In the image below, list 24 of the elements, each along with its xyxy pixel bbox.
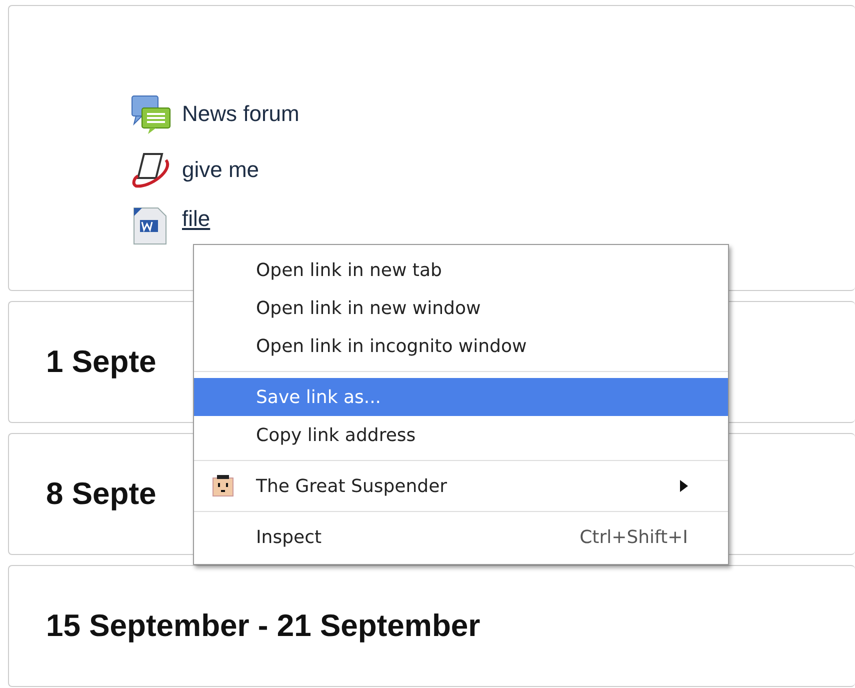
menu-item[interactable]: Open link in new window bbox=[194, 289, 728, 327]
shortcut-label: Ctrl+Shift+I bbox=[580, 526, 688, 548]
menu-item-label: Inspect bbox=[256, 526, 323, 548]
week-title: 15 September - 21 September bbox=[46, 608, 480, 644]
menu-item-label: Open link in incognito window bbox=[256, 336, 528, 356]
menu-item[interactable]: Save link as... bbox=[194, 378, 728, 416]
menu-item-label: Save link as... bbox=[256, 386, 382, 408]
menu-item[interactable]: Open link in new tab bbox=[194, 251, 728, 289]
menu-item[interactable]: The Great Suspender bbox=[194, 467, 728, 505]
menu-item[interactable]: Copy link address bbox=[194, 416, 728, 454]
menu-item-label: Open link in new window bbox=[256, 298, 482, 318]
activity-link[interactable]: News forum bbox=[182, 101, 300, 127]
extension-icon bbox=[212, 475, 234, 497]
week-title: 1 Septe bbox=[46, 344, 156, 380]
menu-item[interactable]: Open link in incognito window bbox=[194, 327, 728, 365]
menu-item[interactable]: Inspect Ctrl+Shift+I bbox=[194, 518, 728, 556]
week-title: 8 Septe bbox=[46, 476, 156, 512]
menu-item-label: The Great Suspender bbox=[256, 476, 448, 496]
menu-item-label: Open link in new tab bbox=[256, 260, 443, 280]
activity-link[interactable]: give me bbox=[182, 157, 260, 183]
activity-link[interactable]: file bbox=[182, 206, 210, 232]
menu-item-label: Copy link address bbox=[256, 424, 417, 446]
document-hand-icon bbox=[130, 150, 172, 190]
chat-bubbles-icon bbox=[130, 94, 172, 134]
